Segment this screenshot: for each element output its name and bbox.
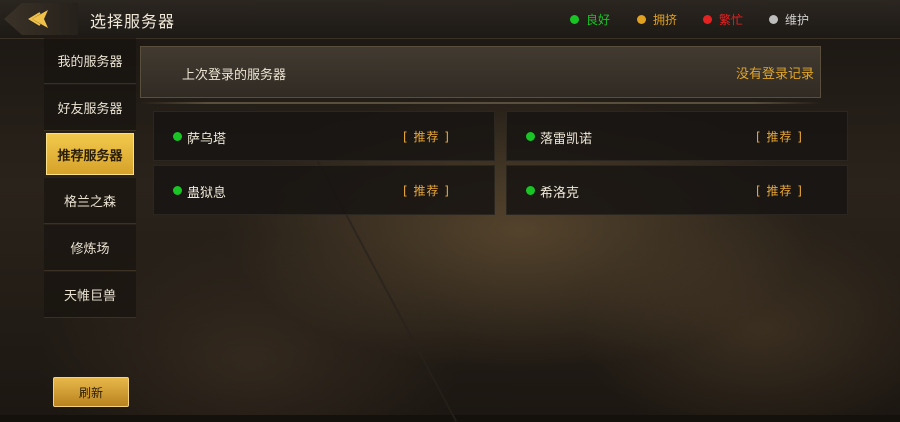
sidebar-item-sky-beast[interactable]: 天帷巨兽 <box>44 272 136 318</box>
status-good-icon <box>173 186 182 195</box>
status-good-icon <box>526 186 535 195</box>
server-item-guyuxi[interactable]: 蛊狱息 [ 推荐 ] <box>153 165 495 215</box>
server-name: 希洛克 <box>540 186 580 201</box>
sidebar-item-training-ground[interactable]: 修炼场 <box>44 225 136 271</box>
server-item-xiluoke[interactable]: 希洛克 [ 推荐 ] <box>506 165 848 215</box>
back-arrow-icon <box>28 10 48 28</box>
refresh-button[interactable]: 刷新 <box>53 377 129 407</box>
legend-busy: 繁忙 <box>703 10 743 28</box>
sidebar-item-my-servers[interactable]: 我的服务器 <box>44 38 136 84</box>
legend-crowded: 拥挤 <box>637 10 677 28</box>
last-login-panel: 上次登录的服务器 没有登录记录 <box>140 46 821 98</box>
last-login-value: 没有登录记录 <box>735 67 814 82</box>
last-login-label: 上次登录的服务器 <box>182 68 287 83</box>
server-name: 蛊狱息 <box>187 186 227 201</box>
server-name: 落雷凯诺 <box>540 132 593 147</box>
sidebar-item-label: 推荐服务器 <box>57 148 123 164</box>
status-busy-icon <box>703 14 712 24</box>
status-maintenance-icon <box>769 14 778 24</box>
recommend-tag: [ 推荐 ] <box>756 130 803 144</box>
divider <box>140 102 821 104</box>
legend-good-label: 良好 <box>586 12 611 27</box>
sidebar-item-friend-servers[interactable]: 好友服务器 <box>44 85 136 131</box>
recommend-tag: [ 推荐 ] <box>403 184 450 198</box>
sidebar: 我的服务器 好友服务器 推荐服务器 格兰之森 修炼场 天帷巨兽 <box>44 38 136 319</box>
sidebar-item-label: 好友服务器 <box>57 102 123 117</box>
legend-busy-label: 繁忙 <box>719 12 744 27</box>
status-crowded-icon <box>637 14 646 24</box>
recommend-tag: [ 推荐 ] <box>403 130 450 144</box>
status-good-icon <box>173 132 182 141</box>
top-bar: 选择服务器 良好 拥挤 繁忙 维护 <box>0 0 900 39</box>
sidebar-item-gran-forest[interactable]: 格兰之森 <box>44 178 136 224</box>
legend-crowded-label: 拥挤 <box>653 12 678 27</box>
status-good-icon <box>570 14 579 24</box>
legend-maintenance: 维护 <box>769 10 809 28</box>
server-name: 萨乌塔 <box>187 132 227 147</box>
status-good-icon <box>526 132 535 141</box>
sidebar-item-label: 我的服务器 <box>57 55 123 70</box>
sidebar-item-label: 修炼场 <box>70 242 110 257</box>
server-item-sauta[interactable]: 萨乌塔 [ 推荐 ] <box>153 111 495 161</box>
sidebar-item-recommended[interactable]: 推荐服务器 <box>46 133 134 175</box>
sidebar-item-label: 天帷巨兽 <box>63 289 116 304</box>
legend-maintenance-label: 维护 <box>785 12 810 27</box>
recommend-tag: [ 推荐 ] <box>756 184 803 198</box>
legend-good: 良好 <box>570 10 610 28</box>
sidebar-item-label: 格兰之森 <box>63 195 116 210</box>
server-item-luolei-kainuo[interactable]: 落雷凯诺 [ 推荐 ] <box>506 111 848 161</box>
back-button[interactable] <box>4 3 78 35</box>
page-title: 选择服务器 <box>90 12 176 31</box>
